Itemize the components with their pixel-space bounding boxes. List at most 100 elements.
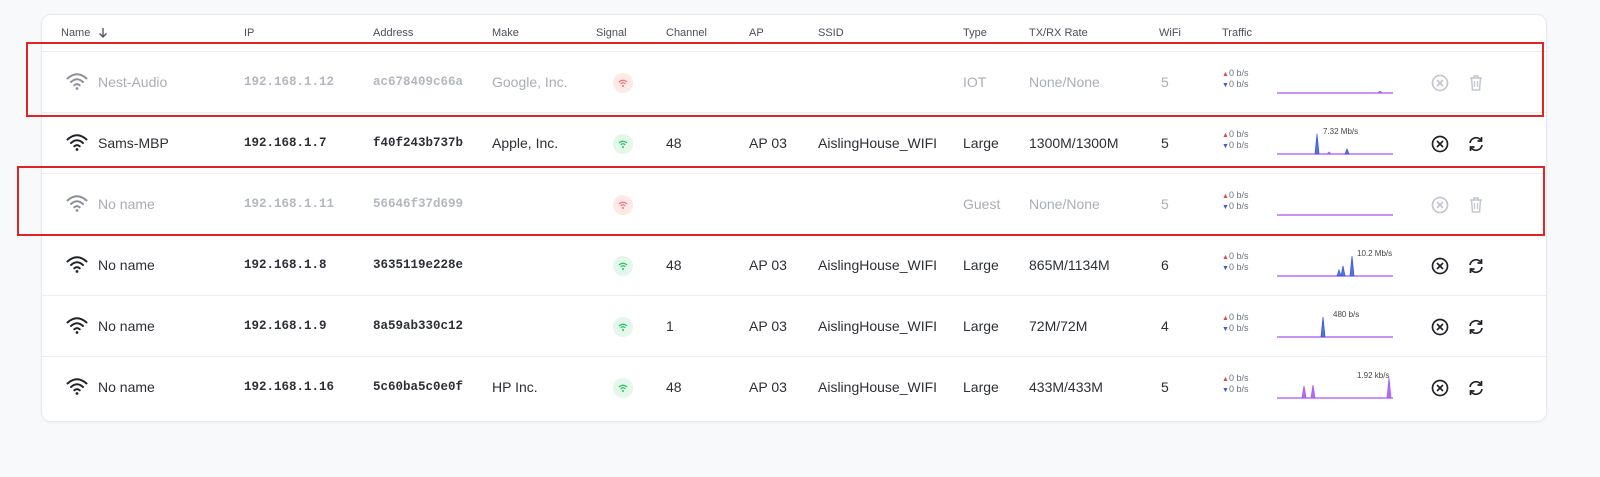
rx-rate-value: 0 b/s (1228, 140, 1249, 150)
device-rate: None/None (1029, 74, 1100, 90)
traffic-peak-label: 7.32 Mb/s (1323, 127, 1359, 136)
device-mac-address: 8a59ab330c12 (373, 319, 464, 333)
device-ssid: AislingHouse_WIFI (818, 318, 938, 334)
arrow-down-icon: ▼ (1222, 326, 1229, 333)
device-ip: 192.168.1.11 (244, 197, 335, 211)
wifi-icon (66, 254, 88, 279)
device-ip: 192.168.1.8 (244, 258, 327, 272)
close-circle-icon[interactable] (1430, 134, 1450, 154)
refresh-icon[interactable] (1466, 317, 1486, 337)
tx-rate-value: 0 b/s (1228, 312, 1249, 322)
rx-rate: ▼0 b/s (1222, 79, 1248, 91)
device-ssid: AislingHouse_WIFI (818, 379, 938, 395)
signal-wifi-icon (613, 378, 633, 398)
device-name[interactable]: No name (98, 357, 155, 418)
traffic-cell: ▲0 b/s ▼0 b/s 1.92 kb/s (1222, 370, 1402, 406)
close-circle-icon[interactable] (1430, 256, 1450, 276)
trash-icon[interactable] (1466, 73, 1486, 93)
table-row[interactable]: Nest-Audio 192.168.1.12 ac678409c66a Google… (42, 51, 1546, 113)
rx-rate: ▼0 b/s (1222, 201, 1248, 213)
device-channel: 48 (666, 135, 682, 151)
trash-icon[interactable] (1466, 195, 1486, 215)
table-header: Name IP Address Make Signal Channel AP S… (42, 15, 1546, 51)
column-header-channel[interactable]: Channel (666, 27, 707, 39)
device-name[interactable]: No name (98, 296, 155, 357)
column-header-ip[interactable]: IP (244, 27, 254, 39)
device-name[interactable]: No name (98, 174, 155, 235)
device-make: Apple, Inc. (492, 135, 559, 151)
arrow-down-icon[interactable] (98, 27, 108, 41)
rx-rate-value: 0 b/s (1228, 323, 1249, 333)
column-header-name-label: Name (61, 27, 91, 39)
arrow-up-icon: ▲ (1222, 193, 1229, 200)
device-ap: AP 03 (749, 257, 787, 273)
device-type: Large (963, 257, 999, 273)
column-header-ssid[interactable]: SSID (818, 27, 844, 39)
traffic-cell: ▲0 b/s ▼0 b/s 7.32 Mb/s (1222, 126, 1402, 162)
arrow-up-icon: ▲ (1222, 254, 1229, 261)
refresh-icon[interactable] (1466, 378, 1486, 398)
rx-rate: ▼0 b/s (1222, 262, 1248, 274)
arrow-down-icon: ▼ (1222, 265, 1229, 272)
table-row[interactable]: No name 192.168.1.8 3635119e228e 48 AP 03 Ais… (42, 234, 1546, 296)
device-ssid: AislingHouse_WIFI (818, 135, 938, 151)
column-header-ap[interactable]: AP (749, 27, 764, 39)
signal-wifi-icon (613, 256, 633, 276)
clients-table: Name IP Address Make Signal Channel AP S… (41, 14, 1547, 422)
refresh-icon[interactable] (1466, 256, 1486, 276)
column-header-signal[interactable]: Signal (596, 27, 627, 39)
close-circle-icon[interactable] (1430, 195, 1450, 215)
device-name[interactable]: Nest-Audio (98, 52, 167, 113)
column-header-traffic[interactable]: Traffic (1222, 27, 1252, 39)
table-row[interactable]: Sams-MBP 192.168.1.7 f40f243b737b Apple, In… (42, 112, 1546, 174)
device-rate: 865M/1134M (1029, 257, 1110, 273)
device-rate: 1300M/1300M (1029, 135, 1119, 151)
wifi-icon (66, 193, 88, 218)
tx-rate-value: 0 b/s (1228, 251, 1249, 261)
device-ip: 192.168.1.7 (244, 136, 327, 150)
column-header-rate[interactable]: TX/RX Rate (1029, 27, 1088, 39)
device-ap: AP 03 (749, 135, 787, 151)
device-ssid: AislingHouse_WIFI (818, 257, 938, 273)
rx-rate: ▼0 b/s (1222, 140, 1248, 152)
device-name[interactable]: No name (98, 235, 155, 296)
arrow-up-icon: ▲ (1222, 71, 1229, 78)
column-header-address[interactable]: Address (373, 27, 413, 39)
device-make: HP Inc. (492, 379, 538, 395)
device-mac-address: 5c60ba5c0e0f (373, 380, 464, 394)
close-circle-icon[interactable] (1430, 317, 1450, 337)
arrow-down-icon: ▼ (1222, 82, 1229, 89)
device-ap: AP 03 (749, 318, 787, 334)
close-circle-icon[interactable] (1430, 378, 1450, 398)
rx-rate: ▼0 b/s (1222, 384, 1248, 396)
device-wifi: 5 (1161, 135, 1169, 151)
rx-rate-value: 0 b/s (1228, 384, 1249, 394)
arrow-down-icon: ▼ (1222, 204, 1229, 211)
table-row[interactable]: No name 192.168.1.11 56646f37d699 Guest None… (42, 173, 1546, 235)
tx-rate-value: 0 b/s (1228, 373, 1249, 383)
traffic-cell: ▲0 b/s ▼0 b/s 10.2 Mb/s (1222, 248, 1402, 284)
table-row[interactable]: No name 192.168.1.16 5c60ba5c0e0f HP Inc. 48… (42, 356, 1546, 418)
device-mac-address: f40f243b737b (373, 136, 464, 150)
column-header-type[interactable]: Type (963, 27, 987, 39)
table-row[interactable]: No name 192.168.1.9 8a59ab330c12 1 AP 03 Aisl… (42, 295, 1546, 357)
column-header-wifi[interactable]: WiFi (1159, 27, 1181, 39)
device-ip: 192.168.1.16 (244, 380, 335, 394)
column-header-name[interactable]: Name (61, 27, 108, 41)
arrow-up-icon: ▲ (1222, 132, 1229, 139)
traffic-cell: ▲0 b/s ▼0 b/s (1222, 65, 1402, 101)
refresh-icon[interactable] (1466, 134, 1486, 154)
device-rate: None/None (1029, 196, 1100, 212)
device-type: Large (963, 135, 999, 151)
signal-wifi-icon (613, 317, 633, 337)
device-type: Large (963, 318, 999, 334)
tx-rate-value: 0 b/s (1228, 68, 1249, 78)
device-ip: 192.168.1.12 (244, 75, 335, 89)
device-mac-address: 3635119e228e (373, 258, 464, 272)
device-wifi: 6 (1161, 257, 1169, 273)
column-header-make[interactable]: Make (492, 27, 519, 39)
close-circle-icon[interactable] (1430, 73, 1450, 93)
device-name[interactable]: Sams-MBP (98, 113, 169, 174)
device-wifi: 4 (1161, 318, 1169, 334)
traffic-cell: ▲0 b/s ▼0 b/s (1222, 187, 1402, 223)
